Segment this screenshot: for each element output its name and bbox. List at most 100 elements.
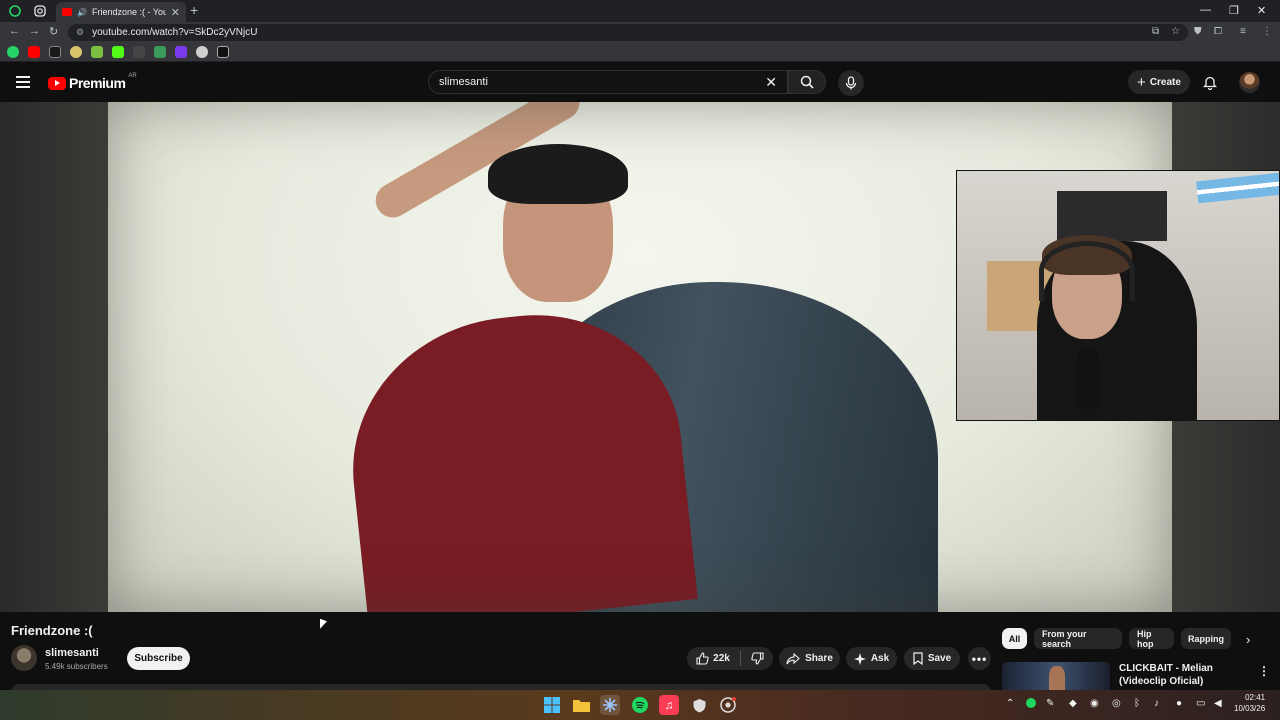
bookmark-11-icon[interactable] [217,46,229,58]
minimize-window-icon[interactable]: — [1200,4,1211,16]
chip-all[interactable]: All [1002,628,1027,649]
browser-tab-strip: 🔊 Friendzone :( - YouTube ✕ + — ❐ ✕ [0,0,1280,22]
sparkle-icon [853,652,866,665]
create-button[interactable]: + Create [1128,70,1190,94]
recommendation-title[interactable]: CLICKBAIT - Melian (Videoclip Oficial) [1119,662,1251,688]
tab-title: Friendzone :( - YouTube [91,7,166,17]
tab-close-icon[interactable]: ✕ [171,6,180,19]
bookmark-7-icon[interactable] [133,46,145,58]
whatsapp-pinned-tab-icon[interactable] [6,3,24,19]
browser-menu-icon[interactable]: ⋮ [1262,26,1272,37]
tray-network-icon[interactable]: ▭ [1196,698,1205,709]
menu-hamburger-icon[interactable] [16,76,30,88]
video-title: Friendzone :( [11,623,93,638]
bookmark-icon [913,652,923,665]
tray-bluetooth-icon[interactable]: ᛒ [1134,698,1140,709]
recommendation-menu-icon[interactable]: ⋮ [1258,664,1270,678]
bookmark-star-icon[interactable]: ☆ [1171,26,1180,37]
tray-volume-icon[interactable]: ♪ [1154,698,1159,709]
spotify-icon[interactable] [630,695,650,715]
tray-pen-icon[interactable]: ✎ [1046,698,1054,709]
facecam-headset [1039,241,1135,301]
show-hidden-icons-icon[interactable]: ⌃ [1006,698,1014,709]
account-avatar[interactable] [1239,72,1260,93]
bookmarks-bar [0,42,1280,62]
back-arrow-icon[interactable]: ← [9,25,20,37]
search-input[interactable]: slimesanti ✕ [428,70,788,94]
channel-avatar[interactable] [11,645,37,671]
subscriber-count: 5.49k subscribers [45,662,108,671]
apple-music-icon[interactable]: ♫ [659,695,679,715]
chip-rapping[interactable]: Rapping [1181,628,1231,649]
whatsapp-bookmark-icon[interactable] [7,46,19,58]
close-window-icon[interactable]: ✕ [1257,4,1266,17]
tray-speaker-icon[interactable]: ◀ [1214,698,1222,709]
extensions-puzzle-icon[interactable]: ⧠ [1214,26,1222,37]
search-icon [800,75,814,89]
clear-search-icon[interactable]: ✕ [765,74,777,91]
channel-name[interactable]: slimesanti [45,647,99,659]
share-button[interactable]: Share [779,647,840,670]
tray-app-icon[interactable]: ◆ [1069,698,1077,709]
tab-youtube[interactable]: 🔊 Friendzone :( - YouTube ✕ [56,2,186,22]
bookmark-9-icon[interactable] [175,46,187,58]
forward-arrow-icon[interactable]: → [29,25,40,37]
active-app-icon[interactable] [600,695,620,715]
bookmark-10-icon[interactable] [196,46,208,58]
file-explorer-icon[interactable] [571,695,591,715]
search-button[interactable] [788,70,826,94]
windows-taskbar: ♫ ⌃ ✎ ◆ ◉ ◎ ᛒ ♪ ● ▭ ◀ [0,690,1280,720]
audio-playing-icon[interactable]: 🔊 [77,8,87,17]
save-button[interactable]: Save [904,647,960,670]
bookmark-4-icon[interactable] [70,46,82,58]
tray-steam-icon[interactable]: ◉ [1090,698,1099,709]
share-arrow-icon [786,652,800,664]
x-bookmark-icon[interactable] [49,46,61,58]
youtube-bookmark-icon[interactable] [28,46,40,58]
plus-icon: + [1137,73,1146,91]
url-text: youtube.com/watch?v=SkDc2yVNjcU [92,27,258,38]
save-label: Save [927,653,952,664]
logo-country-code: AR [128,73,137,79]
video-player[interactable] [0,102,1280,612]
chrome-icon[interactable] [718,695,738,715]
voice-search-button[interactable] [838,70,864,96]
bookmark-8-icon[interactable] [154,46,166,58]
chevron-right-icon[interactable]: › [1246,632,1250,647]
subscribe-button[interactable]: Subscribe [127,647,190,670]
address-bar[interactable]: ⚙ youtube.com/watch?v=SkDc2yVNjcU [68,24,1188,41]
reading-list-icon[interactable]: ≡ [1240,26,1246,37]
youtube-premium-logo[interactable]: Premium AR [48,73,137,91]
mouse-cursor-icon [320,618,327,632]
kick-bookmark-icon[interactable] [112,46,124,58]
like-button[interactable]: 22k [687,647,739,670]
reload-icon[interactable]: ↻ [49,25,58,38]
like-count: 22k [713,653,730,664]
tray-microphone-icon[interactable]: ● [1176,698,1182,709]
youtube-favicon-icon [62,8,72,16]
clock-time: 02:41 [1245,693,1266,702]
chip-hip-hop[interactable]: Hip hop [1129,628,1174,649]
create-label: Create [1149,76,1181,88]
ask-label: Ask [870,653,890,664]
tray-app-2-icon[interactable]: ◎ [1112,698,1121,709]
system-clock[interactable]: 02:41 10/03/26 [1234,692,1265,714]
restore-window-icon[interactable]: ❐ [1229,4,1239,17]
logo-wordmark: Premium [69,75,126,91]
app-shield-icon[interactable] [689,695,709,715]
chip-from-your-search[interactable]: From your search [1034,628,1122,649]
more-actions-button[interactable]: ••• [968,647,991,670]
site-info-icon[interactable]: ⚙ [76,27,84,38]
install-app-icon[interactable]: ⧉ [1152,26,1159,37]
tray-spotify-icon[interactable] [1026,698,1036,711]
dislike-button[interactable] [742,647,772,670]
instagram-pinned-tab-icon[interactable] [31,3,49,19]
extension-shield-icon[interactable]: ⛊ [1194,26,1202,37]
recommendation-thumbnail[interactable] [1002,662,1110,692]
bookmark-5-icon[interactable] [91,46,103,58]
windows-start-icon[interactable] [542,695,562,715]
new-tab-button[interactable]: + [190,2,198,18]
notifications-bell-icon[interactable] [1200,72,1220,92]
youtube-play-logo-icon [48,76,66,90]
ask-button[interactable]: Ask [846,647,897,670]
